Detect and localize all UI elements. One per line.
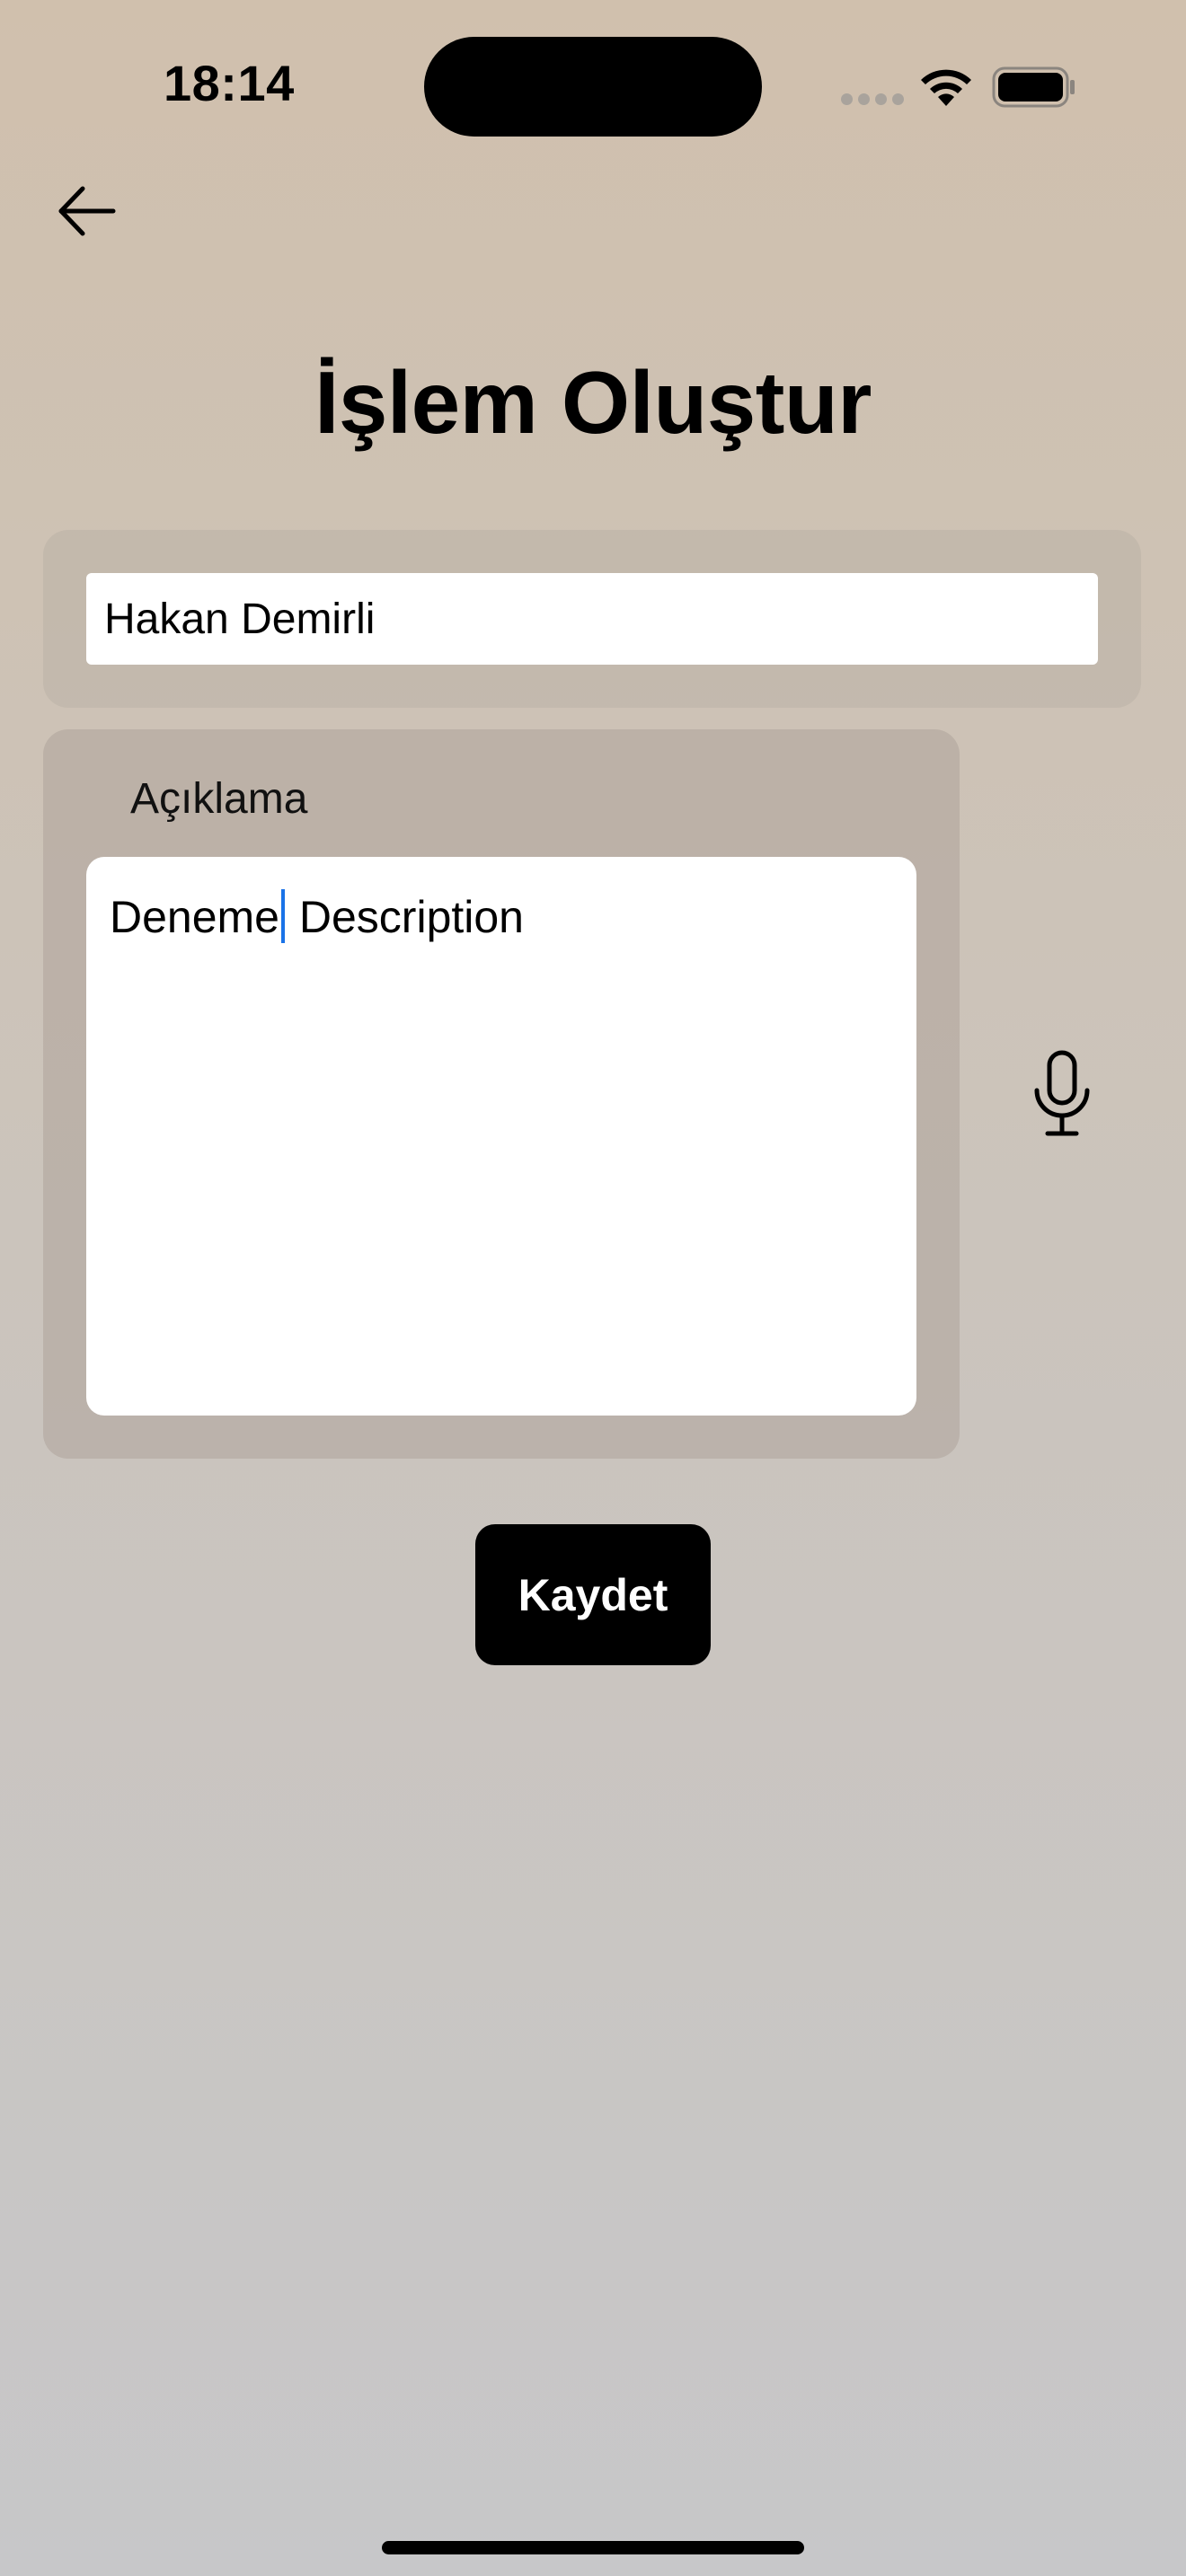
arrow-left-icon [58, 186, 116, 236]
status-time: 18:14 [164, 55, 295, 111]
save-button[interactable]: Kaydet [475, 1524, 711, 1665]
microphone-button[interactable] [1030, 1049, 1094, 1139]
description-text-after-cursor: Description [287, 892, 524, 942]
page-title: İşlem Oluştur [314, 353, 872, 452]
description-textarea[interactable]: Deneme Description [86, 857, 916, 1416]
description-card: Açıklama Deneme Description [43, 729, 960, 1459]
wifi-icon [921, 69, 971, 106]
description-label: Açıklama [130, 775, 308, 823]
name-card [43, 530, 1141, 708]
battery-icon [992, 66, 1075, 108]
name-input[interactable] [86, 573, 1098, 665]
text-cursor [281, 889, 285, 943]
microphone-icon [1034, 1050, 1090, 1136]
dynamic-island [424, 37, 762, 137]
description-text-before-cursor: Deneme [110, 892, 279, 942]
back-button[interactable] [52, 180, 124, 243]
home-indicator [382, 2541, 804, 2554]
signal-dots-icon [841, 93, 904, 105]
